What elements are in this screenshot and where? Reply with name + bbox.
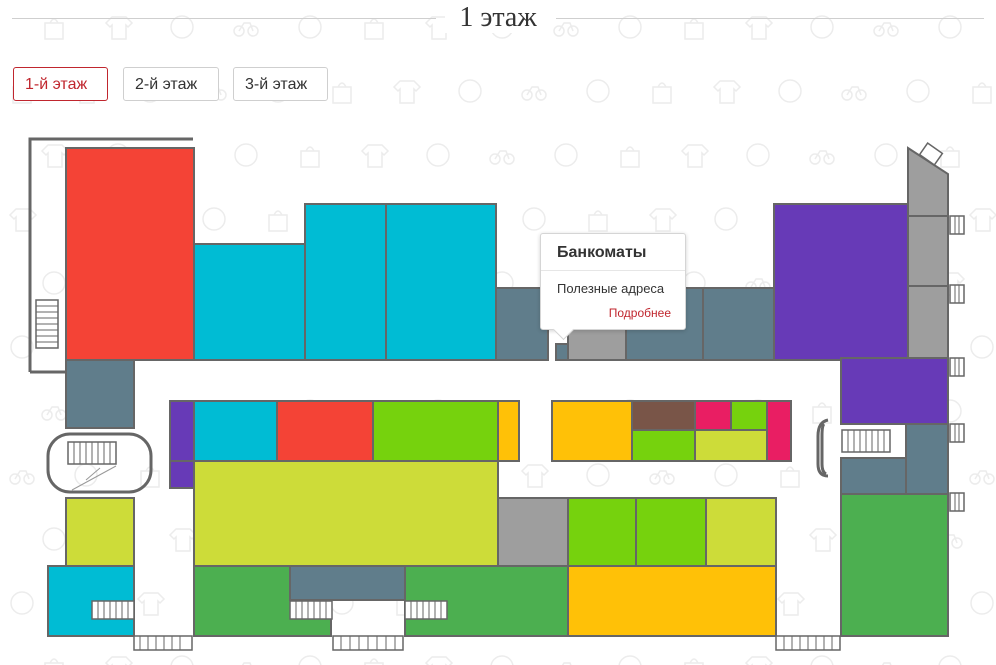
- store-green-light-1[interactable]: [372, 400, 499, 462]
- store-slate-left[interactable]: [65, 359, 135, 429]
- store-green-light-4[interactable]: [567, 497, 637, 567]
- store-red-large[interactable]: [65, 147, 195, 361]
- store-red-2[interactable]: [276, 400, 374, 462]
- store-lime-3[interactable]: [705, 497, 777, 567]
- store-purple-small-1[interactable]: [169, 400, 195, 462]
- store-gray-center[interactable]: [497, 497, 569, 567]
- store-brown[interactable]: [631, 400, 696, 431]
- stores: [47, 146, 949, 637]
- store-pink-2[interactable]: [766, 400, 792, 462]
- store-slate-3[interactable]: [702, 287, 775, 361]
- store-green-light-3[interactable]: [631, 429, 696, 462]
- store-lime-left[interactable]: [65, 497, 135, 567]
- tooltip-title: Банкоматы: [541, 234, 685, 271]
- store-pink-1[interactable]: [694, 400, 732, 431]
- store-slate-bottom[interactable]: [289, 565, 406, 601]
- store-purple-1[interactable]: [773, 203, 909, 361]
- store-cyan-2[interactable]: [304, 203, 387, 361]
- tooltip-more-link[interactable]: Подробнее: [609, 306, 671, 320]
- store-green-light-2[interactable]: [730, 400, 768, 431]
- store-purple-2[interactable]: [840, 357, 949, 425]
- store-green-right[interactable]: [840, 493, 949, 637]
- store-lime-2[interactable]: [694, 429, 768, 462]
- store-amber-large[interactable]: [567, 565, 777, 637]
- store-gray-2[interactable]: [907, 215, 949, 287]
- floor-plan-map: [28, 137, 965, 651]
- store-amber-1[interactable]: [497, 400, 520, 462]
- store-slate-4[interactable]: [555, 343, 569, 361]
- store-slate-5[interactable]: [905, 423, 949, 495]
- store-green-light-5[interactable]: [635, 497, 707, 567]
- store-cyan-3[interactable]: [385, 203, 497, 361]
- store-purple-small-2[interactable]: [169, 460, 195, 489]
- store-slate-6[interactable]: [840, 457, 907, 495]
- store-lime-large[interactable]: [193, 460, 499, 567]
- store-tooltip: Банкоматы Полезные адреса Подробнее: [540, 233, 686, 341]
- store-cyan-4[interactable]: [193, 400, 278, 462]
- store-cyan-1[interactable]: [193, 243, 306, 361]
- tooltip-category: Полезные адреса: [557, 281, 665, 296]
- store-gray-atm[interactable]: [567, 325, 627, 361]
- store-amber-2[interactable]: [551, 400, 633, 462]
- store-gray-3[interactable]: [907, 285, 949, 359]
